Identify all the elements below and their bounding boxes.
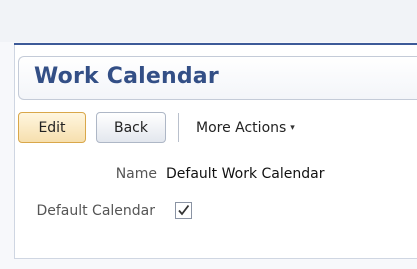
edit-button-label: Edit bbox=[38, 119, 66, 136]
default-calendar-label: Default Calendar bbox=[36, 203, 155, 219]
more-actions-menu[interactable]: More Actions ▾ bbox=[196, 118, 295, 138]
edit-button[interactable]: Edit bbox=[18, 112, 86, 143]
page-title: Work Calendar bbox=[34, 64, 219, 89]
more-actions-label: More Actions bbox=[196, 120, 287, 136]
name-value: Default Work Calendar bbox=[166, 166, 325, 182]
checkmark-icon bbox=[178, 204, 190, 216]
name-label: Name bbox=[115, 166, 157, 182]
back-button-label: Back bbox=[114, 119, 148, 136]
default-calendar-checkbox[interactable] bbox=[175, 202, 192, 219]
top-band bbox=[0, 0, 417, 42]
back-button[interactable]: Back bbox=[96, 112, 166, 143]
chevron-down-icon: ▾ bbox=[290, 123, 295, 133]
toolbar-separator bbox=[178, 113, 179, 142]
